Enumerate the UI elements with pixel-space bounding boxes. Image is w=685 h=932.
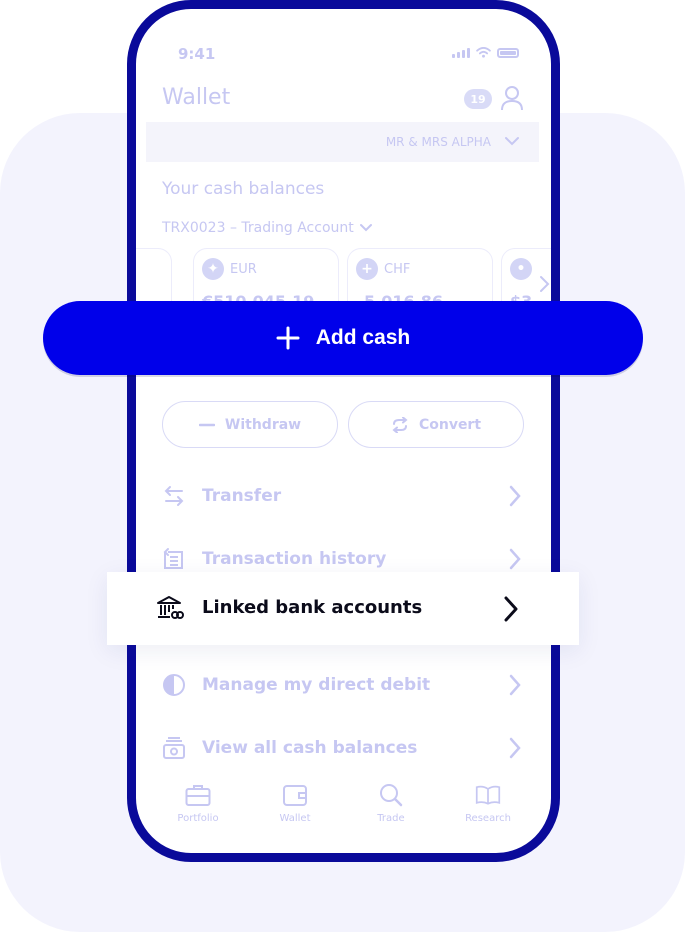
wallet-icon — [283, 785, 307, 806]
minus-icon — [198, 423, 215, 426]
tab-label: Portfolio — [177, 813, 219, 824]
menu-item-linked-bank-accounts[interactable]: Linked bank accounts — [107, 572, 579, 645]
page-title: Wallet — [162, 85, 231, 110]
user-icon[interactable] — [500, 85, 524, 111]
convert-button[interactable]: Convert — [348, 401, 524, 448]
transfer-icon — [164, 486, 184, 506]
history-icon — [163, 548, 183, 569]
cash-balances-icon — [163, 737, 185, 759]
menu-item-transfer[interactable]: Transfer — [162, 481, 522, 511]
add-cash-label: Add cash — [315, 326, 411, 349]
tab-label: Trade — [377, 813, 405, 824]
plus-icon — [276, 326, 300, 350]
signal-icon — [452, 47, 470, 58]
cash-balances-title: Your cash balances — [162, 179, 325, 199]
tab-trade[interactable]: Trade — [356, 783, 426, 824]
add-cash-button[interactable]: Add cash — [43, 301, 643, 375]
menu-item-view-cash-balances[interactable]: View all cash balances — [162, 733, 522, 763]
battery-icon — [497, 47, 519, 58]
currency-code: EUR — [230, 261, 257, 277]
phone-frame: 9:41 Wallet 19 MR & MRS ALPHA Your cash … — [127, 0, 560, 862]
account-name: MR & MRS ALPHA — [385, 135, 491, 149]
chevron-right-icon[interactable] — [537, 275, 551, 293]
eu-flag-icon: ✦ — [202, 258, 224, 280]
tab-portfolio[interactable]: Portfolio — [163, 783, 233, 824]
chevron-right-icon — [509, 674, 521, 696]
bottom-tab-bar: Portfolio Wallet Trade Research — [136, 783, 551, 843]
chevron-right-icon — [504, 596, 518, 622]
chevron-down-icon — [359, 224, 372, 232]
wifi-icon — [476, 47, 491, 58]
currency-code: CHF — [384, 261, 411, 277]
withdraw-button[interactable]: Withdraw — [162, 401, 338, 448]
trading-account-label: TRX0023 – Trading Account — [162, 220, 354, 236]
chevron-down-icon — [505, 137, 519, 146]
tab-label: Research — [465, 813, 511, 824]
menu-item-label: Transaction history — [202, 549, 387, 569]
status-time: 9:41 — [178, 45, 216, 63]
menu-item-transaction-history[interactable]: Transaction history — [162, 544, 522, 574]
convert-label: Convert — [418, 416, 482, 433]
tab-research[interactable]: Research — [453, 783, 523, 824]
chevron-right-icon — [509, 737, 521, 759]
book-icon — [475, 785, 501, 805]
flag-icon: • — [510, 258, 532, 280]
menu-item-label: Manage my direct debit — [202, 675, 431, 695]
briefcase-icon — [185, 785, 211, 806]
menu-item-direct-debit[interactable]: Manage my direct debit — [162, 670, 522, 700]
direct-debit-icon — [163, 674, 185, 696]
swiss-flag-icon: + — [356, 258, 378, 280]
withdraw-label: Withdraw — [224, 416, 302, 433]
account-selector[interactable]: MR & MRS ALPHA — [146, 122, 539, 162]
trading-account-selector[interactable]: TRX0023 – Trading Account — [162, 220, 372, 236]
menu-item-label: View all cash balances — [202, 738, 418, 758]
tab-label: Wallet — [279, 813, 311, 824]
search-icon — [380, 784, 403, 807]
menu-item-label: Transfer — [202, 486, 282, 506]
bank-link-icon — [157, 596, 184, 619]
chevron-right-icon — [509, 548, 521, 570]
convert-icon — [392, 416, 408, 433]
chevron-right-icon — [509, 485, 521, 507]
tab-wallet[interactable]: Wallet — [260, 783, 330, 824]
menu-item-label: Linked bank accounts — [202, 597, 423, 618]
status-icons — [452, 47, 519, 58]
notification-badge[interactable]: 19 — [464, 89, 492, 109]
status-bar: 9:41 — [178, 45, 519, 65]
